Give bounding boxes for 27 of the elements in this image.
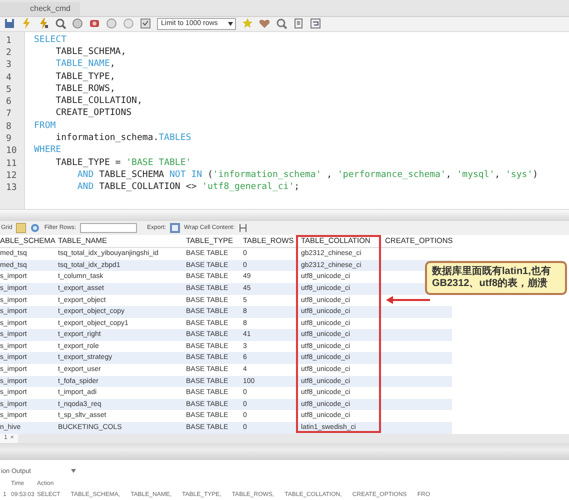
line-number: 13 (5, 182, 18, 194)
code-line: TABLE_TYPE = 'BASE TABLE' (54, 158, 192, 170)
line-number: 11 (5, 158, 18, 170)
code-line: CREATE_OPTIONS (54, 108, 133, 120)
line-number: 7 (5, 108, 12, 121)
code-line: TABLE_COLLATION, (54, 96, 144, 108)
line-number: 2 (5, 46, 12, 60)
code-line: AND TABLE_COLLATION <> 'utf8_general_ci'; (76, 182, 301, 194)
line-number: 3 (5, 59, 12, 72)
code-line: information_schema.TABLES (54, 133, 192, 146)
line-number: 10 (5, 145, 18, 158)
line-number: 12 (5, 170, 18, 182)
code-line: FROM (34, 120, 57, 133)
note-tooltip: 数据库里面既有latin1,也有GB2312、utf8的表，崩溃 (425, 261, 567, 296)
code-line: TABLE_NAME, (54, 59, 116, 72)
line-number: 9 (5, 133, 12, 146)
code-line: TABLE_TYPE, (54, 72, 116, 84)
line-number: 8 (5, 120, 12, 134)
line-number: 1 (5, 34, 12, 47)
line-number: 4 (5, 72, 12, 84)
code-line: TABLE_SCHEMA, (54, 46, 128, 59)
line-number: 5 (5, 84, 12, 96)
code-line: AND TABLE_SCHEMA NOT IN ('information_schema' , 'performance_schema', 'mysql', 'sys') (76, 170, 538, 182)
code-line: WHERE (34, 145, 62, 158)
line-number: 6 (5, 96, 12, 108)
code-line: SELECT (34, 34, 68, 47)
code-line: TABLE_ROWS, (54, 84, 116, 96)
